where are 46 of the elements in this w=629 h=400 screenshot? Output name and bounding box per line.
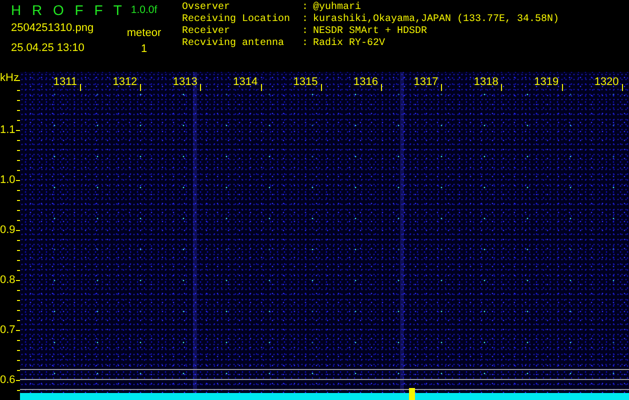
- field-value: @yuhmari: [313, 2, 362, 14]
- time-label: 1317: [414, 76, 440, 88]
- field-value: kurashiki,Okayama,JAPAN (133.77E, 34.58N): [313, 14, 560, 26]
- field-label: Recviving antenna: [182, 38, 286, 50]
- axis-label: 0.7: [0, 324, 16, 336]
- separator: :: [302, 38, 310, 50]
- tick-mark: [260, 84, 262, 91]
- time-label: 1311: [53, 76, 78, 88]
- axis-unit: kHz: [0, 72, 19, 84]
- separator: :: [302, 14, 310, 26]
- field-label: Receiver: [182, 26, 232, 38]
- tick-mark: [501, 84, 502, 91]
- time-label: 1312: [112, 76, 138, 88]
- field-value: Radix RY-62V: [313, 38, 386, 50]
- field-label: Ovserver: [182, 2, 232, 14]
- field-label: Receiving Location: [182, 14, 292, 26]
- time-label: 1320: [594, 76, 620, 88]
- time-label: 1314: [233, 76, 259, 88]
- axis-label: 0.8: [0, 274, 16, 286]
- tick-mark: [200, 84, 202, 91]
- axis-label: 1.0: [0, 174, 16, 186]
- tick-mark: [441, 84, 442, 91]
- time-label: 1318: [474, 76, 500, 88]
- time-label: 1315: [293, 76, 319, 88]
- separator: :: [302, 2, 310, 14]
- tick-mark: [562, 84, 563, 91]
- axis-label: 0.9: [0, 224, 16, 236]
- meteor-count: 1: [140, 42, 148, 56]
- time-label: 1319: [534, 76, 560, 88]
- app-title: H R O F F T: [11, 2, 122, 18]
- time-label: 1313: [172, 76, 198, 88]
- meteor-marker: [409, 388, 415, 400]
- file-name: 2504251310.png: [11, 21, 95, 35]
- tick-mark: [320, 84, 322, 91]
- date-time: 25.04.25 13:10: [11, 41, 86, 55]
- separator: :: [302, 26, 310, 38]
- tick-mark: [381, 84, 382, 91]
- axis-label: 1.1: [0, 124, 16, 136]
- meteor-label: meteor: [126, 26, 162, 40]
- tick-mark: [622, 84, 623, 91]
- tick-mark: [80, 84, 81, 91]
- field-value: NESDR SMArt + HDSDR: [313, 26, 428, 38]
- axis-label: 0.6: [0, 374, 16, 386]
- version-label: 1.0.0f: [130, 3, 158, 17]
- time-label: 1316: [354, 76, 379, 88]
- tick-mark: [140, 84, 142, 91]
